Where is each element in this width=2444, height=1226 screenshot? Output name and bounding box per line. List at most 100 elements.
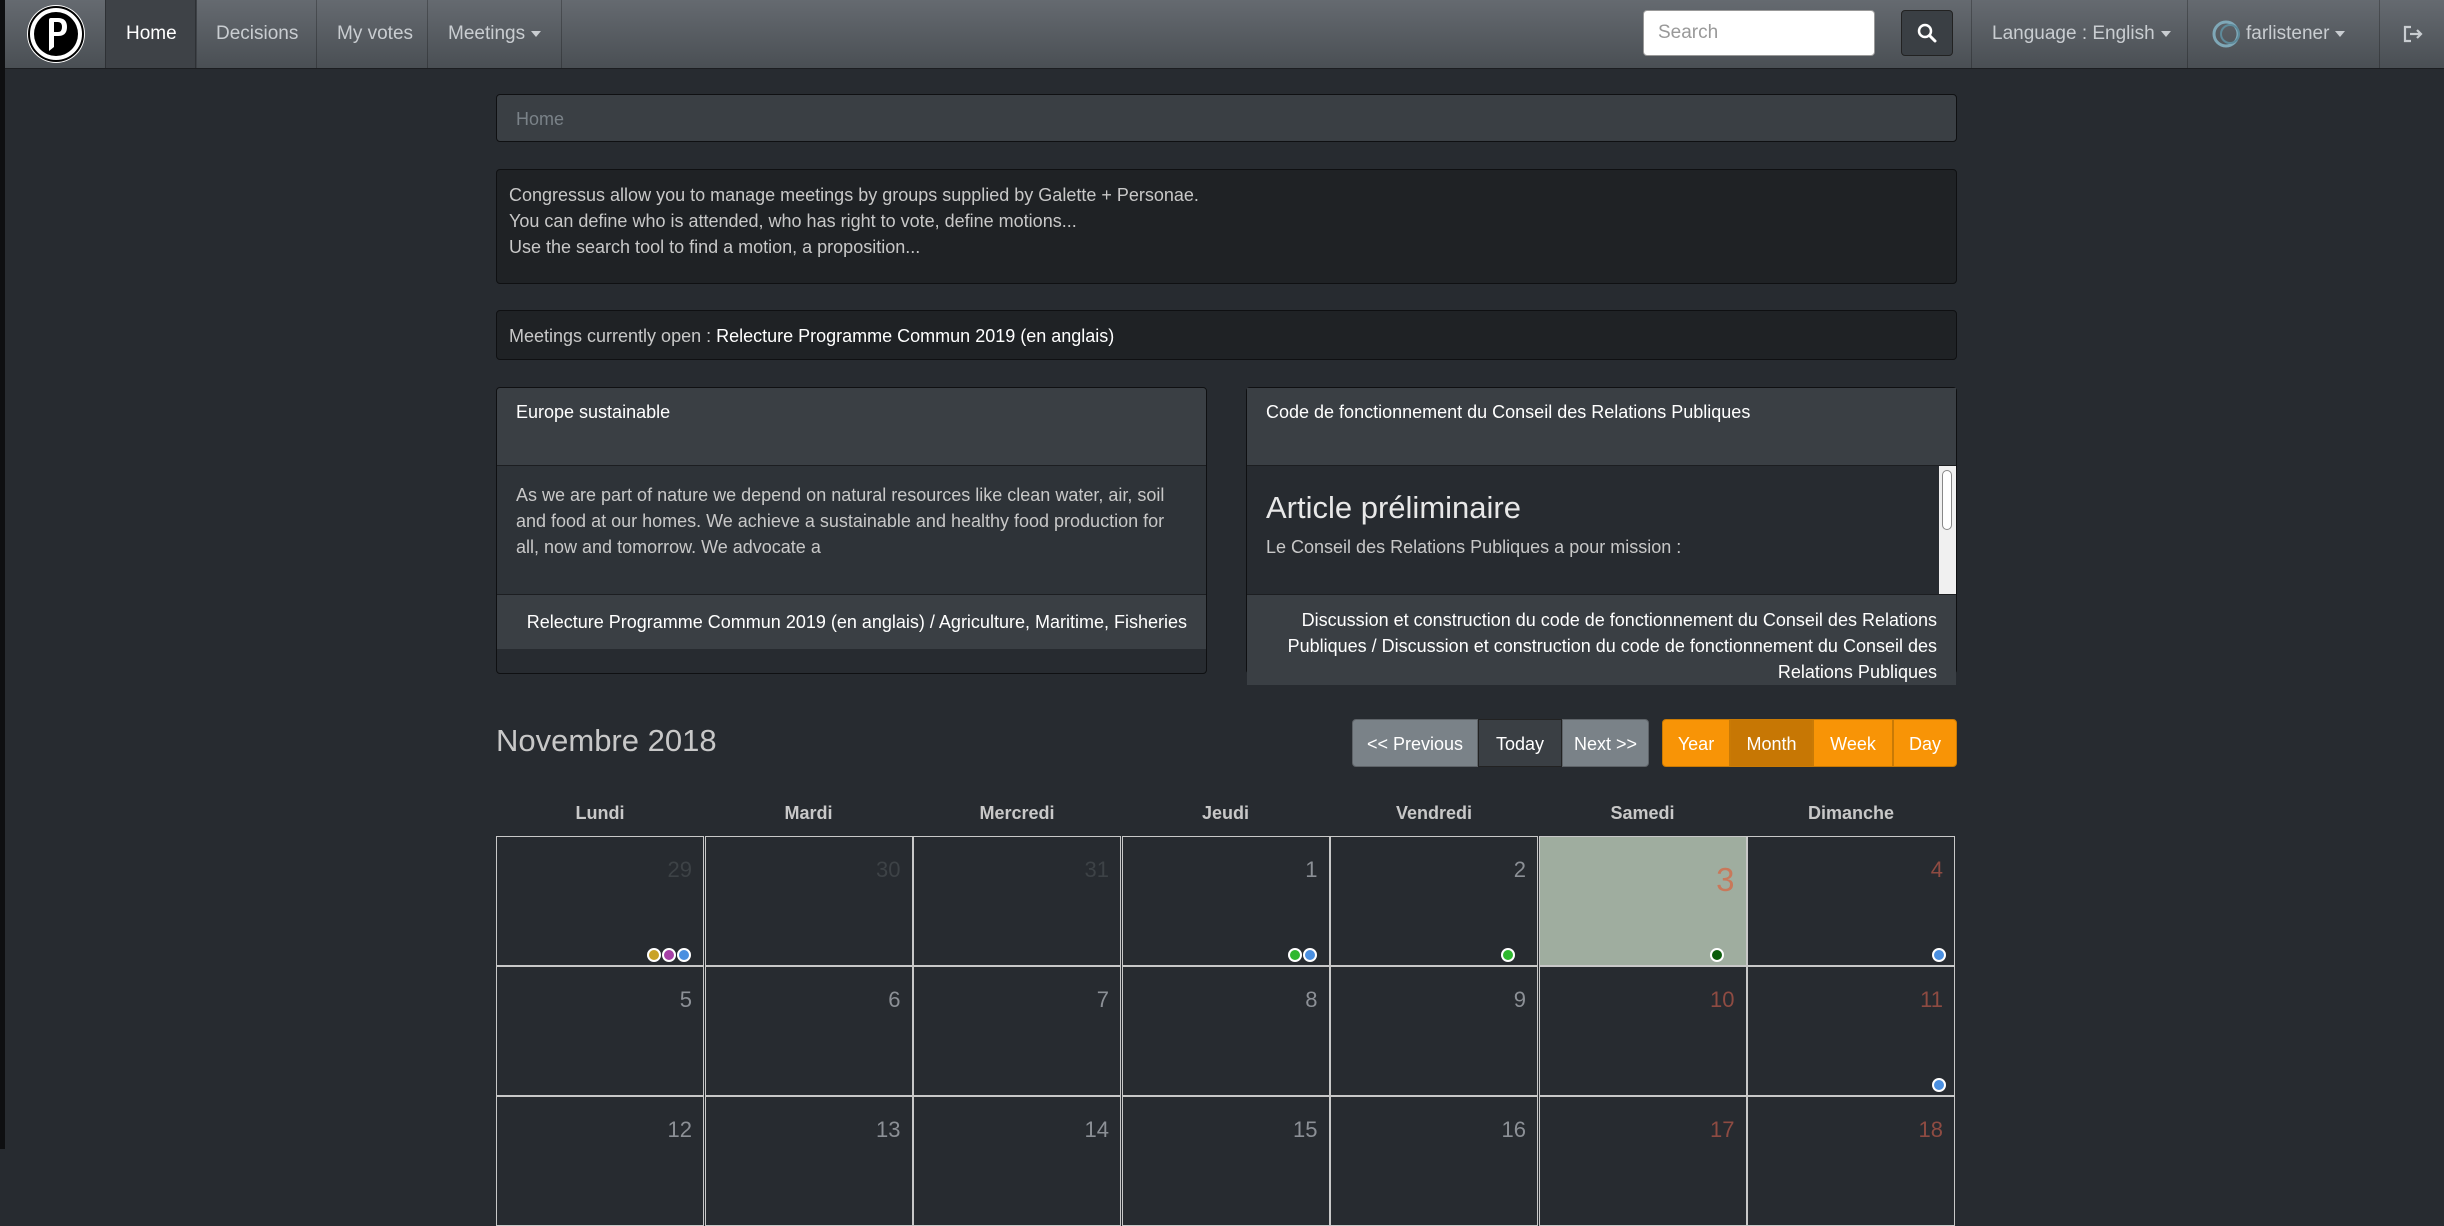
calendar-day[interactable]: 16	[1330, 1096, 1538, 1226]
calendar-day[interactable]: 30	[704, 836, 913, 966]
motion-card-title[interactable]: Code de fonctionnement du Conseil des Re…	[1247, 388, 1956, 466]
nav-meetings-dropdown[interactable]: Meetings	[427, 0, 563, 68]
calendar-day[interactable]: 14	[913, 1096, 1121, 1226]
window-edge	[0, 0, 5, 1149]
calendar-day[interactable]: 12	[496, 1096, 704, 1226]
sign-out-icon	[2403, 25, 2423, 43]
previous-month-button[interactable]: << Previous	[1352, 719, 1478, 767]
view-month-button[interactable]: Month	[1730, 719, 1813, 767]
open-meeting-link[interactable]: Relecture Programme Commun 2019 (en angl…	[716, 326, 1114, 346]
day-number[interactable]: 10	[1710, 987, 1734, 1013]
day-number[interactable]: 15	[1293, 1117, 1317, 1143]
next-month-button[interactable]: Next >>	[1562, 719, 1649, 767]
day-number[interactable]: 11	[1920, 987, 1943, 1013]
calendar-day[interactable]: 18	[1747, 1096, 1955, 1226]
logout-button[interactable]	[2393, 0, 2433, 68]
calendar-day-today[interactable]: 3	[1538, 836, 1747, 966]
calendar-day[interactable]: 7	[913, 966, 1121, 1096]
user-menu-dropdown[interactable]: farlistener	[2210, 0, 2346, 68]
card-scrollbar[interactable]	[1939, 466, 1956, 594]
pirate-party-logo-icon[interactable]	[27, 5, 85, 63]
day-number[interactable]: 16	[1502, 1117, 1526, 1143]
event-markers	[1932, 1078, 1946, 1092]
breadcrumb-home[interactable]: Home	[516, 109, 564, 129]
calendar-day[interactable]: 15	[1121, 1096, 1330, 1226]
event-marker-icon[interactable]	[1709, 948, 1724, 962]
language-dropdown[interactable]: Language : English	[1992, 0, 2171, 68]
day-number[interactable]: 8	[1305, 987, 1317, 1013]
calendar-day[interactable]: 13	[704, 1096, 913, 1226]
scrollbar-thumb[interactable]	[1942, 470, 1952, 530]
day-number[interactable]: 12	[668, 1117, 692, 1143]
view-day-button[interactable]: Day	[1893, 719, 1957, 767]
day-number[interactable]: 17	[1710, 1117, 1734, 1143]
motion-card-footer[interactable]: Discussion et construction du code de fo…	[1247, 594, 1956, 685]
nav-my-votes[interactable]: My votes	[316, 0, 433, 68]
motion-card: Europe sustainable As we are part of nat…	[496, 387, 1207, 674]
weekday-label: Jeudi	[1201, 803, 1249, 823]
view-year-button[interactable]: Year	[1662, 719, 1730, 767]
nav-decisions[interactable]: Decisions	[195, 0, 318, 68]
weekday-label: Lundi	[575, 803, 625, 823]
avatar-icon	[2212, 20, 2240, 48]
calendar-day[interactable]: 10	[1538, 966, 1747, 1096]
event-markers	[647, 948, 691, 962]
event-markers	[1287, 948, 1317, 962]
calendar-title: Novembre 2018	[496, 723, 717, 758]
event-marker-icon[interactable]	[677, 948, 691, 962]
day-number[interactable]: 4	[1931, 857, 1943, 883]
view-week-button[interactable]: Week	[1813, 719, 1893, 767]
day-number[interactable]: 6	[888, 987, 900, 1013]
day-number[interactable]: 2	[1514, 857, 1526, 883]
calendar-day[interactable]: 9	[1330, 966, 1538, 1096]
event-marker-icon[interactable]	[1302, 948, 1317, 962]
motion-card-title[interactable]: Europe sustainable	[497, 388, 1206, 466]
day-number[interactable]: 3	[1716, 861, 1734, 899]
calendar-day[interactable]: 4	[1747, 836, 1955, 966]
day-number[interactable]: 13	[876, 1117, 900, 1143]
weekday-label: Samedi	[1610, 803, 1675, 823]
event-marker-icon[interactable]	[662, 948, 676, 962]
calendar-day[interactable]: 1	[1121, 836, 1330, 966]
day-number[interactable]: 5	[680, 987, 692, 1013]
day-number[interactable]: 30	[876, 857, 900, 883]
day-number[interactable]: 29	[668, 857, 692, 883]
chevron-down-icon	[2335, 30, 2346, 37]
calendar-day[interactable]: 5	[496, 966, 704, 1096]
open-meetings-bar: Meetings currently open : Relecture Prog…	[496, 310, 1957, 360]
event-marker-icon[interactable]	[1501, 948, 1515, 962]
event-marker-icon[interactable]	[1287, 948, 1302, 962]
calendar-day[interactable]: 8	[1121, 966, 1330, 1096]
event-marker-icon[interactable]	[1932, 1078, 1946, 1092]
calendar-day[interactable]: 29	[496, 836, 704, 966]
weekday-label: Mercredi	[979, 803, 1055, 823]
motion-card-body: As we are part of nature we depend on na…	[497, 466, 1206, 594]
day-number[interactable]: 1	[1305, 857, 1317, 883]
day-number[interactable]: 14	[1085, 1117, 1109, 1143]
breadcrumb: Home	[496, 94, 1957, 142]
event-markers	[1709, 948, 1724, 962]
event-marker-icon[interactable]	[647, 948, 661, 962]
day-number[interactable]: 7	[1097, 987, 1109, 1013]
weekday-label: Mardi	[784, 803, 833, 823]
today-button[interactable]: Today	[1478, 719, 1562, 767]
event-marker-icon[interactable]	[1932, 948, 1946, 962]
motion-card-footer[interactable]: Relecture Programme Commun 2019 (en angl…	[497, 594, 1206, 649]
calendar-day[interactable]: 6	[704, 966, 913, 1096]
chevron-down-icon	[2160, 30, 2171, 37]
motion-card: Code de fonctionnement du Conseil des Re…	[1246, 387, 1957, 685]
search-button[interactable]	[1901, 10, 1953, 56]
weekday-label: Dimanche	[1807, 803, 1895, 823]
search-input[interactable]	[1643, 10, 1875, 56]
chevron-down-icon	[531, 30, 542, 37]
calendar-day[interactable]: 11	[1747, 966, 1955, 1096]
day-number[interactable]: 18	[1919, 1117, 1943, 1143]
calendar-day[interactable]: 17	[1538, 1096, 1747, 1226]
search-icon	[1917, 23, 1937, 43]
weekday-label: Vendredi	[1395, 803, 1473, 823]
day-number[interactable]: 31	[1085, 857, 1109, 883]
day-number[interactable]: 9	[1514, 987, 1526, 1013]
calendar-day[interactable]: 2	[1330, 836, 1538, 966]
nav-home[interactable]: Home	[105, 0, 197, 68]
calendar-day[interactable]: 31	[913, 836, 1121, 966]
